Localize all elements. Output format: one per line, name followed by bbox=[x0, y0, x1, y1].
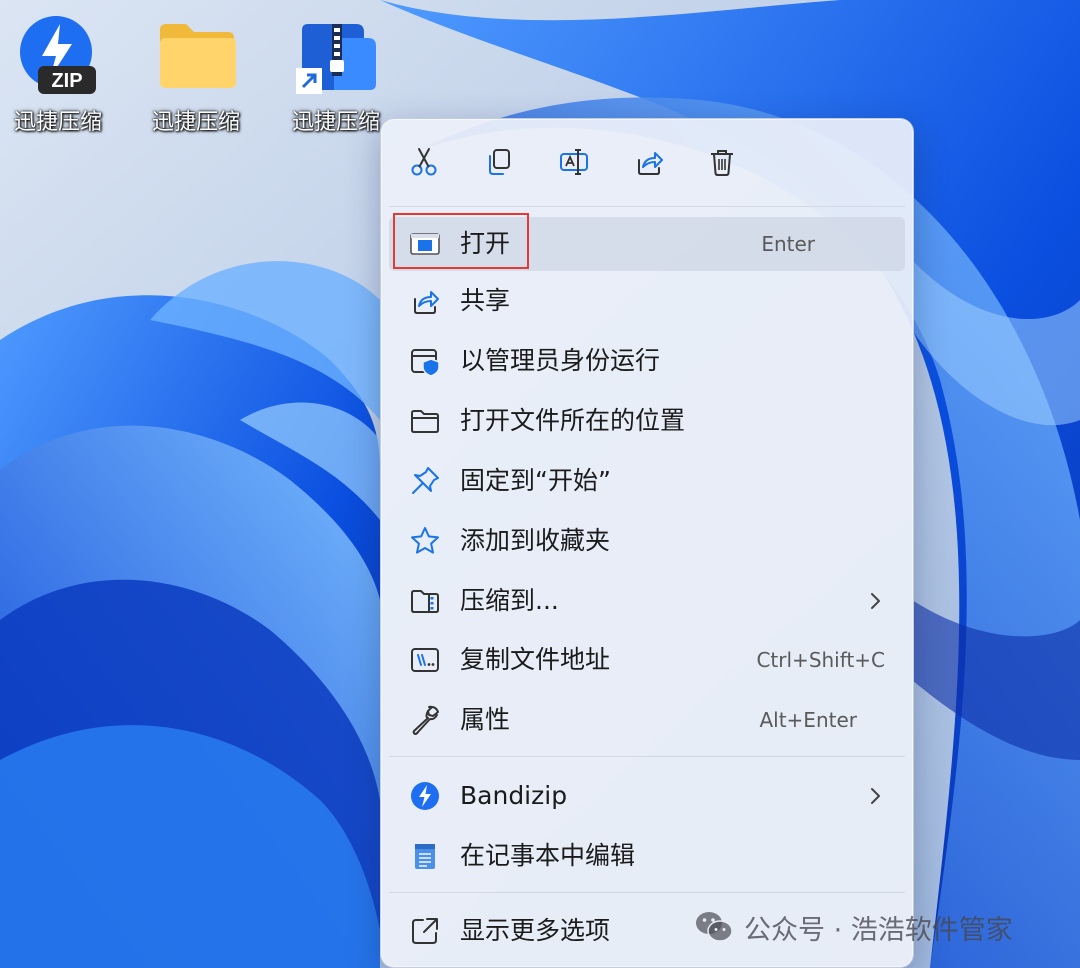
copy-icon bbox=[489, 149, 510, 175]
menu-item-pin-to-start[interactable]: 固定到“开始” bbox=[389, 454, 905, 508]
desktop-icon-xunjie-shortcut[interactable]: 迅捷压缩 bbox=[288, 14, 384, 144]
menu-item-compress-to[interactable]: 压缩到... bbox=[389, 574, 905, 628]
pin-icon bbox=[412, 467, 439, 494]
share-icon bbox=[638, 152, 663, 175]
rename-button[interactable] bbox=[551, 139, 597, 185]
menu-item-label: 压缩到... bbox=[460, 586, 559, 615]
menu-separator bbox=[389, 206, 905, 207]
menu-item-label: 以管理员身份运行 bbox=[460, 346, 661, 375]
menu-item-open-file-location[interactable]: 打开文件所在的位置 bbox=[389, 394, 905, 448]
menu-item-label: 显示更多选项 bbox=[460, 916, 611, 945]
desktop-icon-label: 迅捷压缩 bbox=[291, 110, 380, 135]
menu-item-edit-in-notepad[interactable]: 在记事本中编辑 bbox=[389, 829, 905, 883]
desktop-icon-xunjie-app[interactable]: ZIP 迅捷压缩 bbox=[10, 14, 106, 144]
delete-icon bbox=[711, 150, 733, 176]
share-button[interactable] bbox=[626, 139, 672, 185]
desktop-icon-xunjie-folder[interactable]: 迅捷压缩 bbox=[148, 14, 244, 144]
zip-archive-shortcut-icon bbox=[294, 14, 378, 98]
menu-item-label: 打开文件所在的位置 bbox=[460, 406, 686, 435]
star-icon bbox=[411, 527, 439, 554]
notepad-icon bbox=[415, 844, 435, 869]
delete-button[interactable] bbox=[699, 139, 745, 185]
copy-path-icon bbox=[411, 648, 439, 672]
menu-item-copy-file-path[interactable]: 复制文件地址 Ctrl+Shift+C bbox=[389, 633, 905, 687]
desktop-icon-label: 迅捷压缩 bbox=[13, 110, 102, 135]
run-as-admin-icon bbox=[411, 349, 440, 377]
menu-item-properties[interactable]: 属性 Alt+Enter bbox=[389, 693, 905, 747]
zip-folder-icon bbox=[411, 590, 439, 613]
wrench-icon bbox=[412, 705, 439, 735]
folder-icon bbox=[411, 410, 439, 433]
chevron-right-icon bbox=[871, 788, 880, 804]
menu-item-label: 属性 bbox=[460, 705, 511, 734]
copy-button[interactable] bbox=[476, 139, 522, 185]
menu-item-shortcut: Alt+Enter bbox=[759, 708, 857, 732]
menu-item-label: 添加到收藏夹 bbox=[460, 526, 611, 555]
menu-item-add-to-favorites[interactable]: 添加到收藏夹 bbox=[389, 514, 905, 568]
menu-item-shortcut: Enter bbox=[761, 232, 815, 256]
context-menu-toolbar bbox=[381, 119, 913, 205]
menu-separator bbox=[389, 892, 905, 893]
folder-icon bbox=[154, 14, 238, 98]
zip-badge-text: ZIP bbox=[51, 70, 82, 92]
rename-icon bbox=[560, 149, 588, 175]
menu-item-bandizip[interactable]: Bandizip bbox=[389, 769, 905, 823]
red-annotation-box bbox=[393, 213, 529, 269]
share-icon bbox=[414, 291, 439, 314]
menu-item-label: 在记事本中编辑 bbox=[460, 841, 636, 870]
bandizip-icon bbox=[411, 782, 439, 810]
chevron-right-icon bbox=[871, 593, 880, 609]
cut-icon bbox=[411, 148, 437, 176]
xunjie-zip-app-icon: ZIP bbox=[16, 14, 100, 98]
menu-item-label: 固定到“开始” bbox=[460, 466, 611, 495]
menu-item-label: Bandizip bbox=[460, 781, 568, 810]
desktop-icon-label: 迅捷压缩 bbox=[151, 110, 240, 135]
menu-item-run-as-admin[interactable]: 以管理员身份运行 bbox=[389, 334, 905, 388]
menu-item-shortcut: Ctrl+Shift+C bbox=[756, 648, 885, 672]
show-more-icon bbox=[412, 918, 438, 944]
menu-separator bbox=[389, 756, 905, 757]
context-menu: 打开 Enter 共享 以管理员身份运行 打开文件所在的位置 固定到“开始” 添… bbox=[380, 118, 914, 968]
menu-item-label: 共享 bbox=[460, 286, 511, 315]
cut-button[interactable] bbox=[401, 139, 447, 185]
watermark: 公众号 · 浩浩软件管家 bbox=[694, 902, 1013, 952]
watermark-text: 公众号 · 浩浩软件管家 bbox=[744, 914, 1013, 946]
menu-item-label: 复制文件地址 bbox=[460, 645, 611, 674]
menu-item-share[interactable]: 共享 bbox=[389, 274, 905, 328]
wechat-icon bbox=[696, 912, 733, 942]
